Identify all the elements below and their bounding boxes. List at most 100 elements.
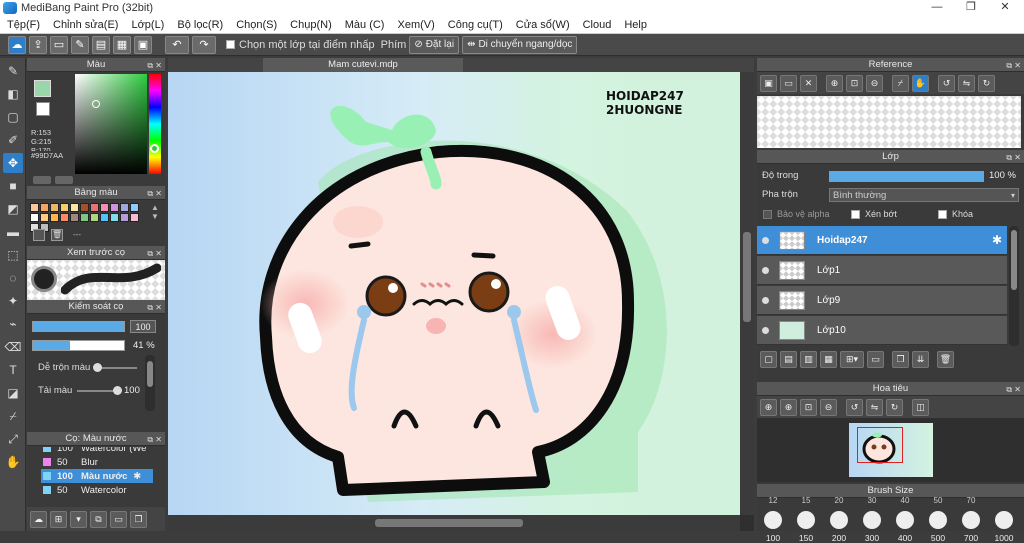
- rotate-right-icon[interactable]: ↻: [978, 74, 995, 92]
- layer-list-scrollbar[interactable]: [1009, 226, 1019, 346]
- brush-size-slider[interactable]: [32, 321, 125, 332]
- cloud-icon[interactable]: ☁: [8, 35, 26, 54]
- comment-icon[interactable]: ✎: [71, 35, 89, 54]
- brush-list-item[interactable]: 50 Blur: [41, 455, 153, 469]
- menu-tools[interactable]: Công cụ(T): [441, 19, 509, 31]
- eyedropper-icon[interactable]: ⌿: [3, 406, 23, 426]
- pen-tool-icon[interactable]: ✐: [3, 130, 23, 150]
- menu-edit[interactable]: Chỉnh sửa(E): [46, 19, 124, 31]
- nav-mirror-icon[interactable]: ◫: [912, 398, 929, 416]
- grid-icon[interactable]: ▦: [113, 35, 131, 54]
- menu-layer[interactable]: Lớp(L): [124, 19, 170, 31]
- operation-tool-icon[interactable]: ⤢: [3, 429, 23, 449]
- panel-menu-icon[interactable]: ⧉ ✕: [147, 187, 162, 200]
- palette-swatch[interactable]: [40, 213, 49, 222]
- new-1bit-layer-icon[interactable]: ▦: [820, 350, 837, 368]
- visibility-icon[interactable]: [762, 326, 769, 334]
- blend-slider[interactable]: [93, 363, 137, 372]
- layer-row-lop10[interactable]: Lớp10: [757, 316, 1007, 345]
- layer-row-hoidap247[interactable]: Hoidap247 ✱: [757, 226, 1007, 255]
- close-button[interactable]: ✕: [988, 0, 1022, 16]
- new-8bit-layer-icon[interactable]: ▥: [800, 350, 817, 368]
- brush-menu-icon[interactable]: ▾: [70, 510, 87, 528]
- select-tool-icon[interactable]: ⬚: [3, 245, 23, 265]
- nav-rotate-left-icon[interactable]: ↺: [846, 398, 863, 416]
- blend-mode-select[interactable]: Bình thường ▾: [829, 188, 1019, 202]
- chat-icon[interactable]: ▭: [50, 35, 68, 54]
- palette-swatch[interactable]: [80, 213, 89, 222]
- panel-menu-icon[interactable]: ⧉ ✕: [147, 301, 162, 314]
- visibility-icon[interactable]: [762, 296, 769, 304]
- reference-close-icon[interactable]: ✕: [800, 74, 817, 92]
- brush-size-option[interactable]: 50 500: [924, 496, 952, 543]
- menu-snap[interactable]: Chụp(N): [283, 19, 338, 31]
- brush-size-option[interactable]: 40 400: [891, 496, 919, 543]
- add-brush-icon[interactable]: ⊞: [50, 510, 67, 528]
- palette-swatch[interactable]: [50, 213, 59, 222]
- paint-load-slider[interactable]: [77, 386, 122, 395]
- share-icon[interactable]: ⇪: [29, 35, 47, 54]
- palette-swatch[interactable]: [30, 213, 39, 222]
- minimize-button[interactable]: —: [920, 0, 954, 16]
- zoom-in-icon[interactable]: ⊕: [826, 74, 843, 92]
- gear-icon[interactable]: ✱: [133, 471, 141, 482]
- horizontal-scrollbar[interactable]: [168, 515, 740, 531]
- folder-icon[interactable]: ▭: [110, 510, 127, 528]
- palette-swatch[interactable]: [130, 213, 139, 222]
- brush-opacity-slider[interactable]: [32, 340, 125, 351]
- brush-control-scrollbar[interactable]: [145, 355, 155, 411]
- menu-window[interactable]: Cửa sổ(W): [509, 19, 576, 31]
- select-layer-checkbox[interactable]: [226, 40, 235, 49]
- duplicate-icon[interactable]: ❐: [130, 510, 147, 528]
- palette-swatch[interactable]: [110, 203, 119, 212]
- brush-size-option[interactable]: 15 150: [792, 496, 820, 543]
- document-icon[interactable]: ▤: [92, 35, 110, 54]
- copy-brush-icon[interactable]: ⧉: [90, 510, 107, 528]
- gradient-tool-icon[interactable]: ▬: [3, 222, 23, 242]
- hand-tool-icon[interactable]: ✋: [3, 452, 23, 472]
- menu-color[interactable]: Màu (C): [338, 19, 391, 31]
- redo-icon[interactable]: ↷: [192, 35, 216, 54]
- visibility-icon[interactable]: [762, 266, 769, 274]
- visibility-icon[interactable]: [762, 236, 769, 244]
- add-layer-menu-icon[interactable]: ⊞▾: [840, 350, 864, 368]
- hue-slider[interactable]: [149, 74, 161, 174]
- select-pen-icon[interactable]: ⌁: [3, 314, 23, 334]
- eraser-tool-icon[interactable]: ◧: [3, 84, 23, 104]
- foreground-color-swatch[interactable]: [34, 80, 51, 97]
- brush-size-option[interactable]: 20 200: [825, 496, 853, 543]
- brush-size-option[interactable]: 30 300: [858, 496, 886, 543]
- palette-swatch[interactable]: [70, 213, 79, 222]
- duplicate-layer-icon[interactable]: ❐: [892, 350, 909, 368]
- vertical-scrollbar[interactable]: [740, 72, 754, 515]
- layer-row-lop9[interactable]: Lớp9: [757, 286, 1007, 315]
- palette-swatch[interactable]: [100, 203, 109, 212]
- reference-open-icon[interactable]: ▭: [780, 74, 797, 92]
- color-swap-button[interactable]: [55, 176, 73, 184]
- nav-zoom-out-icon[interactable]: ⊖: [820, 398, 837, 416]
- fit-icon[interactable]: ⊡: [846, 74, 863, 92]
- document-tab[interactable]: Mam cutevi.mdp: [263, 58, 463, 72]
- brush-list-item[interactable]: 50 Watercolor: [41, 483, 153, 497]
- drawing-canvas[interactable]: HOIDAP247 2HUONGNE: [168, 72, 740, 515]
- eyedropper-icon[interactable]: ⌿: [892, 74, 909, 92]
- palette-scroll-icon[interactable]: ▲ ▼: [151, 203, 159, 221]
- menu-select[interactable]: Chọn(S): [229, 19, 283, 31]
- horizontal-scroll-thumb[interactable]: [375, 519, 523, 527]
- lock-checkbox[interactable]: [938, 209, 947, 219]
- flip-icon[interactable]: ⇋: [958, 74, 975, 92]
- menu-cloud[interactable]: Cloud: [576, 19, 618, 31]
- menu-help[interactable]: Help: [617, 19, 653, 31]
- panel-menu-icon[interactable]: ⧉ ✕: [147, 247, 162, 260]
- layer-opacity-slider[interactable]: [829, 171, 984, 182]
- menu-file[interactable]: Tệp(F): [0, 19, 46, 31]
- brush-size-option[interactable]: 1000: [990, 498, 1018, 543]
- palette-swatch[interactable]: [50, 203, 59, 212]
- cloud-brush-icon[interactable]: ☁: [30, 510, 47, 528]
- panel-menu-icon[interactable]: ⧉ ✕: [147, 433, 162, 446]
- palette-swatch[interactable]: [80, 203, 89, 212]
- saturation-value-picker[interactable]: [75, 74, 147, 174]
- palette-swatch[interactable]: [90, 213, 99, 222]
- protect-alpha-checkbox[interactable]: [763, 209, 772, 219]
- reset-button[interactable]: ⊘ Đặt lại: [409, 35, 460, 54]
